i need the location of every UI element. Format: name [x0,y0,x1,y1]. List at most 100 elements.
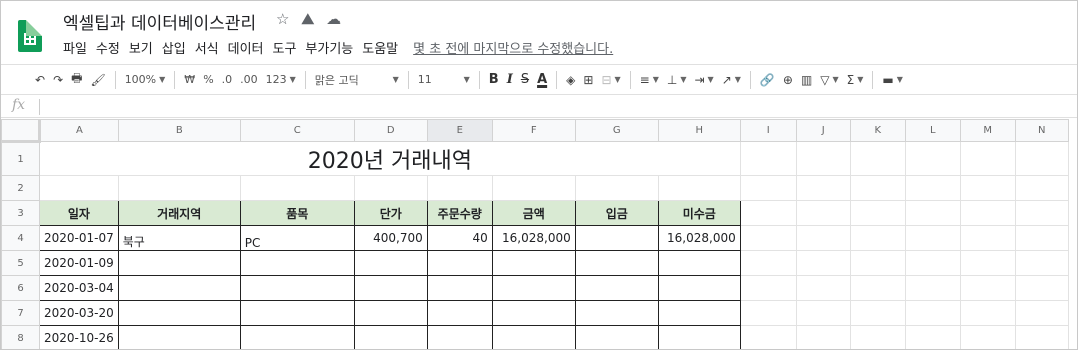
cell[interactable] [959,325,1016,349]
cell-deposit[interactable] [574,250,659,276]
cell[interactable] [1014,225,1069,251]
horizontal-align-icon[interactable]: ≡ ▼ [636,68,663,92]
cell-item[interactable] [239,325,355,349]
cell[interactable] [795,325,851,349]
sheet-title-cell[interactable]: 2020년 거래내역 [39,141,741,176]
google-sheets-logo-icon[interactable] [18,20,42,52]
cell-unit-price[interactable] [353,325,428,349]
vertical-align-icon[interactable]: ⊥ ▼ [663,68,691,92]
cell-item[interactable]: PC [239,225,355,251]
cell-quantity[interactable] [426,325,493,349]
cell-deposit[interactable] [574,325,659,349]
cell-quantity[interactable] [426,300,493,326]
cell[interactable] [1014,250,1069,276]
cell-unit-price[interactable]: 400,700 [353,225,428,251]
cell[interactable] [1014,175,1069,201]
cell[interactable] [1014,325,1069,349]
cell-receivable[interactable] [657,250,741,276]
header-cell-region[interactable]: 거래지역 [117,200,241,226]
cell[interactable] [739,225,797,251]
cell[interactable] [795,200,851,226]
header-cell-item[interactable]: 품목 [239,200,355,226]
cell-deposit[interactable] [574,225,659,251]
header-cell-amount[interactable]: 금액 [491,200,576,226]
cell-region[interactable] [117,250,241,276]
cell[interactable] [795,141,851,176]
cell[interactable] [574,175,659,201]
row-header[interactable]: 4 [1,225,40,251]
menu-tools[interactable]: 도구 [273,38,297,57]
cell[interactable] [795,225,851,251]
cell[interactable] [959,141,1016,176]
cell[interactable] [739,175,797,201]
menu-file[interactable]: 파일 [63,38,87,57]
currency-format-button[interactable]: ₩ [180,68,199,92]
formula-input[interactable] [47,98,1067,116]
star-icon[interactable]: ☆ [276,10,289,28]
cell[interactable] [353,175,428,201]
header-cell-deposit[interactable]: 입금 [574,200,659,226]
cell[interactable] [959,300,1016,326]
cell-receivable[interactable] [657,275,741,301]
cell-region[interactable]: 북구 [117,225,241,251]
menu-edit[interactable]: 수정 [96,38,120,57]
column-header-m[interactable]: M [959,119,1016,142]
cell[interactable] [849,175,906,201]
cell[interactable] [1014,200,1069,226]
print-icon[interactable]: 🖶 [67,68,86,92]
cell[interactable] [239,175,355,201]
cell-item[interactable] [239,300,355,326]
cell-receivable[interactable]: 16,028,000 [657,225,741,251]
text-rotation-icon[interactable]: ↗ ▼ [718,68,745,92]
insert-link-icon[interactable]: 🔗 [756,68,779,92]
cloud-status-icon[interactable]: ☁ [326,10,341,28]
italic-button[interactable]: I [503,68,517,92]
cell-quantity[interactable]: 40 [426,225,493,251]
cell[interactable] [849,300,906,326]
document-title[interactable]: 엑셀팁과 데이터베이스관리 [63,9,256,34]
cell-quantity[interactable] [426,250,493,276]
row-header[interactable]: 3 [1,200,40,226]
text-wrap-icon[interactable]: ⇥ ▼ [690,68,717,92]
cell[interactable] [849,250,906,276]
column-header-a[interactable]: A [39,119,119,142]
header-cell-date[interactable]: 일자 [39,200,119,226]
cell[interactable] [959,200,1016,226]
menu-format[interactable]: 서식 [195,38,219,57]
cell-region[interactable] [117,275,241,301]
header-cell-receivable[interactable]: 미수금 [657,200,741,226]
cell-region[interactable] [117,300,241,326]
cell[interactable] [904,250,961,276]
cell[interactable] [1014,275,1069,301]
header-cell-quantity[interactable]: 주문수량 [426,200,493,226]
row-header[interactable]: 7 [1,300,40,326]
cell-unit-price[interactable] [353,300,428,326]
column-header-c[interactable]: C [239,119,355,142]
increase-decimal-button[interactable]: .00 [236,68,262,92]
menu-data[interactable]: 데이터 [228,38,264,57]
font-family-select[interactable]: 맑은 고딕 ▼ [311,68,403,92]
insert-chart-icon[interactable]: ▥ [797,68,816,92]
cell[interactable] [739,250,797,276]
cell[interactable] [426,175,493,201]
last-edit-link[interactable]: 몇 초 전에 마지막으로 수정했습니다. [413,38,613,57]
cell-date[interactable]: 2020-01-09 [39,250,119,276]
borders-icon[interactable]: ⊞ [579,68,597,92]
cell[interactable] [739,325,797,349]
cell[interactable] [959,275,1016,301]
fill-color-icon[interactable]: ◈ [562,68,579,92]
cell-receivable[interactable] [657,300,741,326]
cell[interactable] [959,175,1016,201]
cell-date[interactable]: 2020-03-20 [39,300,119,326]
menu-view[interactable]: 보기 [129,38,153,57]
strikethrough-button[interactable]: S [517,68,533,92]
text-color-button[interactable]: A [533,68,551,92]
cell[interactable] [1014,300,1069,326]
cell[interactable] [904,225,961,251]
cell[interactable] [795,250,851,276]
cell[interactable] [739,300,797,326]
column-header-h[interactable]: H [657,119,741,142]
cell[interactable] [849,200,906,226]
column-header-f[interactable]: F [491,119,576,142]
cell-region[interactable] [117,325,241,349]
